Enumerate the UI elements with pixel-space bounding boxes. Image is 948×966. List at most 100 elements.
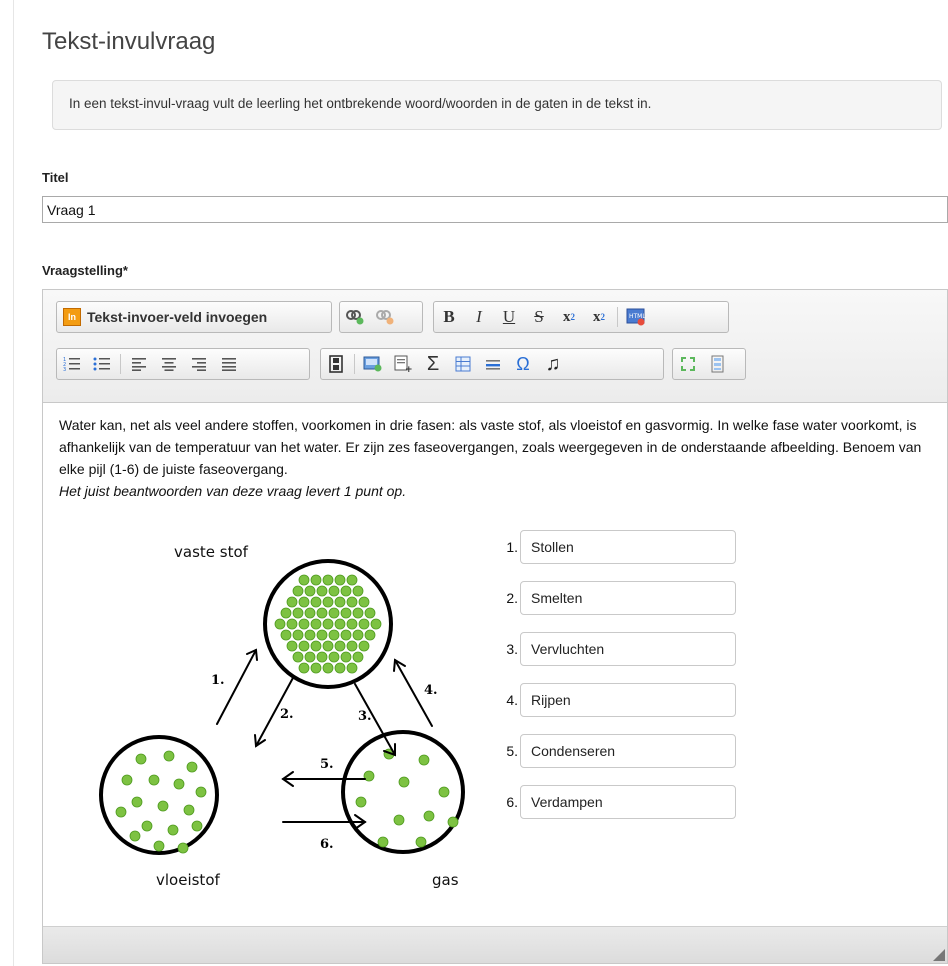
bulleted-list-icon[interactable] — [89, 351, 115, 377]
question-text-block: Water kan, net als veel andere stoffen, … — [59, 414, 939, 502]
answer-number: 6. — [506, 794, 518, 810]
particle-dot — [322, 574, 334, 586]
particle-dot — [186, 761, 198, 773]
media-icon[interactable] — [323, 351, 349, 377]
music-icon[interactable]: ♫ — [540, 351, 566, 377]
answer-row-4: 4. — [498, 683, 736, 717]
particle-dot — [286, 596, 298, 608]
insert-text-field-button[interactable]: In Tekst-invoer-veld invoegen — [57, 304, 273, 330]
particle-dot — [310, 640, 322, 652]
link-icon[interactable] — [342, 304, 368, 330]
particle-dot — [153, 840, 165, 852]
phase-diagram: 1. 2. 3. 4. 5. 6. vaste stof vloeistof g… — [99, 530, 499, 895]
superscript-icon[interactable]: x2 — [586, 304, 612, 330]
justify-icon[interactable] — [216, 351, 242, 377]
table-icon[interactable] — [450, 351, 476, 377]
underline-icon[interactable]: U — [496, 304, 522, 330]
answer-number: 4. — [506, 692, 518, 708]
title-input[interactable] — [42, 196, 948, 223]
particle-dot — [135, 753, 147, 765]
particle-dot — [370, 618, 382, 630]
separator — [354, 354, 355, 374]
align-right-icon[interactable] — [186, 351, 212, 377]
align-left-icon[interactable] — [126, 351, 152, 377]
particle-dot — [280, 607, 292, 619]
answer-number: 1. — [506, 539, 518, 555]
insert-file-icon[interactable]: + — [390, 351, 416, 377]
arrow-label-3: 3. — [358, 709, 372, 724]
maximize-icon[interactable] — [675, 351, 701, 377]
answer-input-3[interactable] — [520, 632, 736, 666]
strikethrough-icon[interactable]: S — [526, 304, 552, 330]
particle-dot — [292, 607, 304, 619]
label-solid: vaste stof — [174, 543, 249, 561]
answer-input-4[interactable] — [520, 683, 736, 717]
particle-dot — [340, 651, 352, 663]
particle-dot — [340, 607, 352, 619]
arrow-label-4: 4. — [424, 683, 438, 698]
answer-input-1[interactable] — [520, 530, 736, 564]
particle-dot — [298, 574, 310, 586]
particle-dot — [340, 585, 352, 597]
intro-box: In een tekst-invul-vraag vult de leerlin… — [52, 80, 942, 130]
particle-dot — [418, 754, 430, 766]
insert-field-icon: In — [63, 308, 81, 326]
align-center-icon[interactable] — [156, 351, 182, 377]
particle-dot — [131, 796, 143, 808]
particle-dot — [346, 640, 358, 652]
particle-dot — [322, 640, 334, 652]
particle-dot — [334, 640, 346, 652]
answer-input-6[interactable] — [520, 785, 736, 819]
particle-dot — [364, 629, 376, 641]
particle-dot — [129, 830, 141, 842]
particle-dot — [310, 574, 322, 586]
particle-dot — [310, 662, 322, 674]
particle-dot — [334, 574, 346, 586]
particle-dot — [322, 662, 334, 674]
particle-dot — [298, 662, 310, 674]
particle-dot — [280, 629, 292, 641]
intro-text: In een tekst-invul-vraag vult de leerlin… — [69, 96, 652, 111]
answer-row-5: 5. — [498, 734, 736, 768]
bold-icon[interactable]: B — [436, 304, 462, 330]
particle-dot — [328, 629, 340, 641]
particle-dot — [304, 651, 316, 663]
arrow-label-5: 5. — [320, 757, 334, 772]
show-blocks-icon[interactable] — [705, 351, 731, 377]
answer-input-2[interactable] — [520, 581, 736, 615]
label-gas: gas — [432, 871, 459, 889]
svg-text:HTML: HTML — [629, 313, 646, 320]
insert-image-icon[interactable] — [360, 351, 386, 377]
answer-number: 2. — [506, 590, 518, 606]
subscript-icon[interactable]: x2 — [556, 304, 582, 330]
editor-statusbar — [43, 926, 947, 963]
particle-dot — [292, 651, 304, 663]
particle-dot — [298, 618, 310, 630]
label-liquid: vloeistof — [156, 871, 220, 889]
answer-row-6: 6. — [498, 785, 736, 819]
particle-dot — [377, 836, 389, 848]
toolbar-group-links — [339, 301, 423, 333]
particle-dot — [438, 786, 450, 798]
answer-input-5[interactable] — [520, 734, 736, 768]
omega-icon[interactable]: Ω — [510, 351, 536, 377]
particle-dot — [346, 596, 358, 608]
toolbar-group-format: B I U S x2 x2 HTML — [433, 301, 729, 333]
particle-dot — [393, 814, 405, 826]
italic-icon[interactable]: I — [466, 304, 492, 330]
particle-dot — [328, 585, 340, 597]
particle-dot — [191, 820, 203, 832]
sigma-icon[interactable]: Σ — [420, 351, 446, 377]
editor-toolbar: In Tekst-invoer-veld invoegen B I U S x2… — [43, 290, 947, 403]
separator — [617, 307, 618, 327]
resize-handle[interactable] — [933, 949, 945, 961]
particle-dot — [286, 640, 298, 652]
unlink-icon[interactable] — [372, 304, 398, 330]
horizontal-rule-icon[interactable] — [480, 351, 506, 377]
numbered-list-icon[interactable]: 123 — [59, 351, 85, 377]
particle-dot — [355, 796, 367, 808]
particle-dot — [173, 778, 185, 790]
left-rule — [13, 0, 14, 966]
html-source-icon[interactable]: HTML — [623, 304, 649, 330]
particle-dot — [322, 618, 334, 630]
